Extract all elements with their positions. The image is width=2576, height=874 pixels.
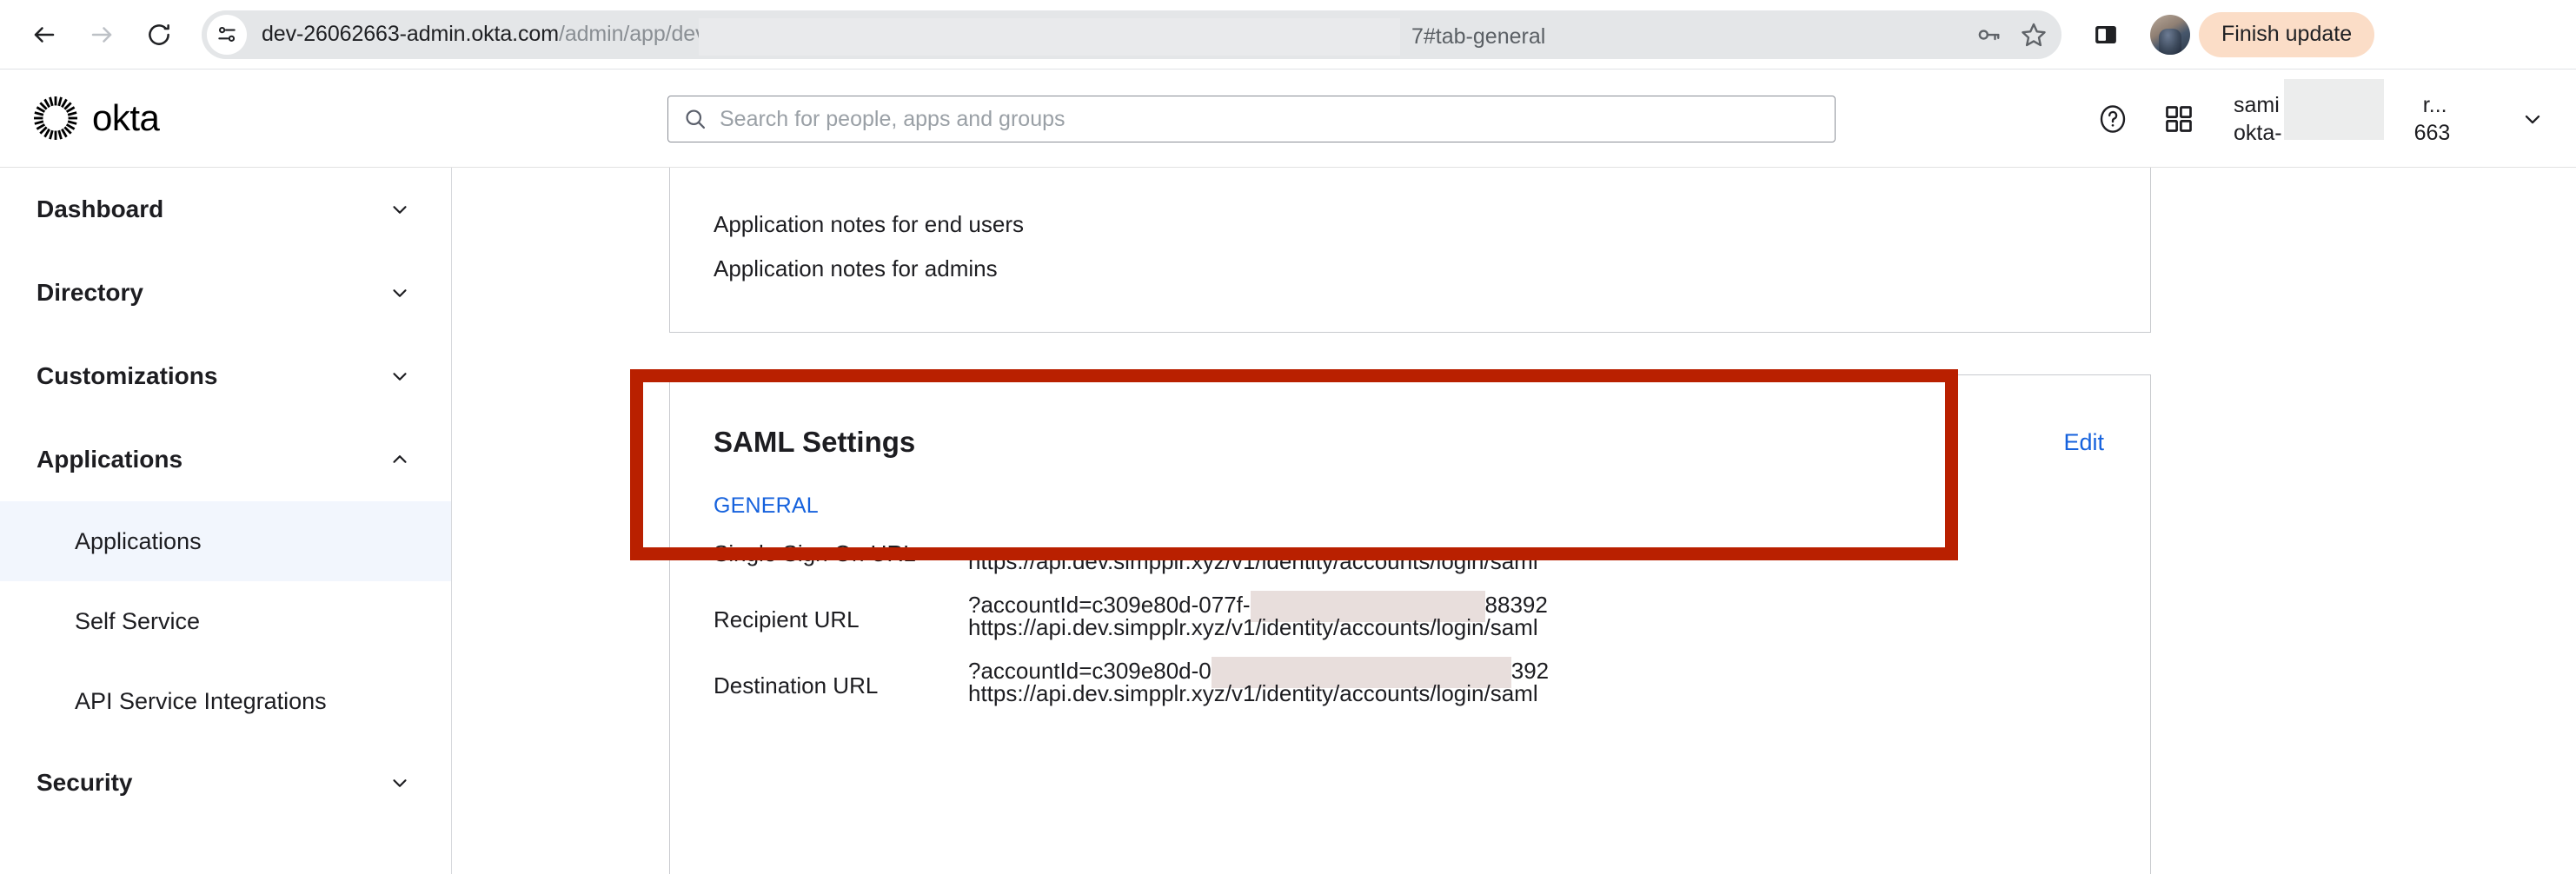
search-box[interactable] [667, 96, 1836, 142]
bookmark-button[interactable] [2011, 12, 2056, 57]
saml-settings-panel: SAML Settings Edit GENERAL Single Sign O… [669, 374, 2151, 874]
help-button[interactable] [2088, 94, 2138, 144]
apps-grid-button[interactable] [2154, 94, 2204, 144]
address-bar-url-tail: 7#tab-general [1394, 23, 1545, 50]
okta-header-actions: sami r... okta- 663 [2072, 70, 2545, 168]
save-password-button[interactable] [1966, 12, 2011, 57]
sidebar-item-label: Dashboard [37, 195, 163, 223]
search-icon [683, 107, 707, 131]
general-section-label: GENERAL [714, 493, 819, 519]
side-panel-icon [2093, 22, 2119, 48]
chevron-down-icon [388, 771, 411, 794]
user-org-head: okta- [2234, 121, 2282, 145]
saml-settings-header: SAML Settings Edit [714, 426, 2104, 459]
okta-sunburst-icon [33, 96, 78, 141]
field-label: Single Sign On URL [714, 540, 916, 567]
okta-header: okta sami r... [0, 70, 2576, 168]
key-icon [1975, 22, 2002, 48]
side-panel-button[interactable] [2082, 11, 2129, 58]
global-search[interactable] [667, 96, 1836, 142]
sidebar-subitem-label: Applications [75, 528, 202, 555]
sidebar-item-label: Applications [37, 446, 183, 473]
edit-link[interactable]: Edit [2063, 429, 2104, 456]
sidebar-item-dashboard[interactable]: Dashboard [0, 168, 451, 251]
chevron-down-icon [388, 281, 411, 304]
sidebar-item-security[interactable]: Security [0, 741, 451, 824]
browser-right-actions: Finish update [2075, 11, 2388, 58]
sidebar-item-applications[interactable]: Applications [0, 418, 451, 501]
star-outline-icon [2020, 21, 2048, 49]
tune-sliders-icon [216, 23, 238, 46]
reload-button[interactable] [134, 10, 184, 60]
application-notes-end-users-label: Application notes for end users [714, 211, 1024, 238]
chevron-up-icon [388, 448, 411, 471]
page-title: SAML Settings [714, 426, 915, 459]
site-information-button[interactable] [207, 15, 247, 55]
field-value: https://api.dev.simpplr.xyz/v1/identity/… [968, 672, 1538, 716]
forward-button[interactable] [76, 10, 127, 60]
chevron-down-icon [388, 365, 411, 387]
sidebar-item-label: Security [37, 769, 133, 797]
sidebar-item-applications-list[interactable]: Applications [0, 501, 451, 581]
main-content: Application notes for end users Applicat… [452, 168, 2576, 874]
apps-grid-icon [2163, 103, 2194, 135]
field-value-line1: https://api.dev.simpplr.xyz/v1/identity/… [968, 614, 1538, 640]
sidebar-item-customizations[interactable]: Customizations [0, 334, 451, 418]
sidebar-item-api-service-integrations[interactable]: API Service Integrations [0, 661, 451, 741]
field-value-line1: https://api.dev.simpplr.xyz/v1/identity/… [968, 680, 1538, 706]
sidebar-item-directory[interactable]: Directory [0, 251, 451, 334]
okta-logo-text: okta [92, 97, 159, 139]
back-button[interactable] [19, 10, 70, 60]
finish-update-button[interactable]: Finish update [2199, 12, 2374, 57]
omnibox-actions [1966, 10, 2056, 59]
okta-logo[interactable]: okta [33, 96, 159, 141]
sidebar-subitem-label: API Service Integrations [75, 688, 327, 715]
sidebar-subitem-label: Self Service [75, 608, 200, 635]
help-circle-icon [2096, 103, 2129, 136]
address-bar[interactable]: dev-26062663-admin.okta.com/admin/app/de… [202, 10, 2061, 59]
user-name-head: sami [2234, 93, 2280, 117]
reload-icon [146, 22, 172, 48]
user-org-tail: 663 [2414, 121, 2451, 145]
user-menu-labels: sami r... okta- 663 [2234, 91, 2494, 147]
field-label: Recipient URL [714, 606, 860, 633]
chevron-down-icon [2520, 107, 2545, 131]
chevron-down-icon [388, 198, 411, 221]
user-name-tail: r... [2423, 93, 2447, 117]
left-navigation: Dashboard Directory Customizations Appli… [0, 168, 452, 874]
arrow-left-icon [31, 22, 57, 48]
application-notes-panel: Application notes for end users Applicat… [669, 168, 2151, 333]
avatar[interactable] [2150, 15, 2190, 55]
field-label: Destination URL [714, 672, 878, 699]
url-redaction-overlay [699, 18, 1400, 56]
arrow-right-icon [89, 22, 115, 48]
user-info-redaction-overlay [2284, 79, 2384, 140]
browser-toolbar: dev-26062663-admin.okta.com/admin/app/de… [0, 0, 2576, 70]
sidebar-item-label: Customizations [37, 362, 217, 390]
search-input[interactable] [720, 107, 1746, 132]
field-value-line1: https://api.dev.simpplr.xyz/v1/identity/… [968, 548, 1538, 574]
sidebar-item-label: Directory [37, 279, 143, 307]
application-notes-admins-label: Application notes for admins [714, 255, 998, 282]
url-host: dev-26062663-admin.okta.com [262, 22, 559, 46]
user-menu[interactable]: sami r... okta- 663 [2234, 91, 2545, 147]
sidebar-item-self-service[interactable]: Self Service [0, 581, 451, 661]
